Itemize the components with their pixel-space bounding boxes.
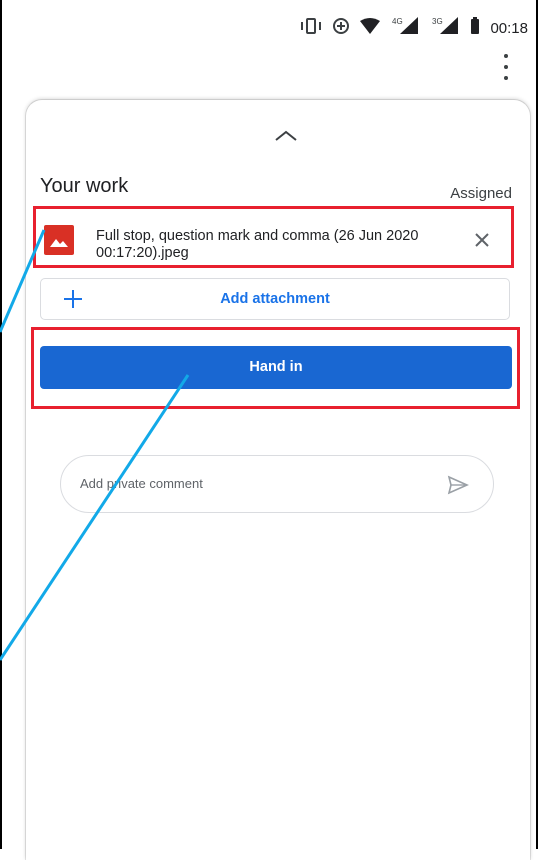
wifi-icon — [360, 18, 381, 38]
attachment-item[interactable]: Full stop, question mark and comma (26 J… — [40, 212, 510, 266]
image-icon — [44, 225, 74, 255]
signal-4g-icon: 4G — [390, 17, 420, 39]
vibrate-icon — [300, 18, 322, 38]
send-icon[interactable] — [447, 475, 469, 495]
data-saver-icon — [332, 17, 350, 39]
hand-in-button[interactable]: Hand in — [40, 346, 512, 389]
close-icon[interactable] — [474, 232, 490, 248]
battery-icon — [470, 17, 480, 39]
more-vert-icon[interactable] — [496, 54, 516, 80]
signal-3g-icon: 3G — [430, 17, 460, 39]
attachment-name: Full stop, question mark and comma (26 J… — [96, 228, 419, 261]
status-time: 00:18 — [490, 19, 528, 37]
add-attachment-button[interactable]: Add attachment — [40, 278, 510, 320]
page-title: Your work — [40, 175, 129, 197]
private-comment-input[interactable]: Add private comment — [60, 455, 494, 513]
network-4g-label: 4G — [392, 17, 403, 26]
add-attachment-label: Add attachment — [220, 291, 330, 307]
comment-placeholder: Add private comment — [80, 476, 203, 491]
status-badge: Assigned — [450, 185, 512, 202]
network-3g-label: 3G — [432, 17, 443, 26]
chevron-up-icon[interactable] — [274, 128, 298, 142]
status-bar: 4G 3G 00:18 — [0, 0, 538, 56]
